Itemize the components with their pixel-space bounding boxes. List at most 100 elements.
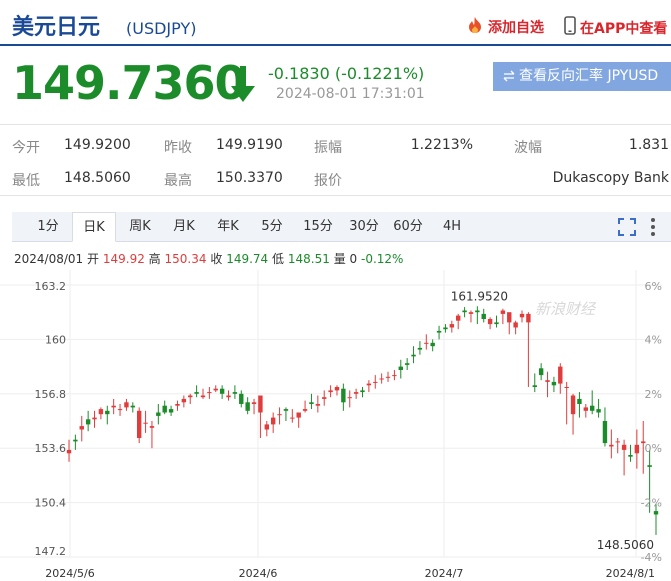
candle-body	[609, 444, 614, 447]
candle-body	[545, 380, 550, 382]
candle-body	[290, 417, 295, 419]
ohlc-close: 149.74	[226, 252, 269, 266]
candle-body	[302, 409, 308, 411]
prev-close-value: 149.9190	[216, 137, 283, 153]
candle-body	[188, 395, 193, 398]
pct-tick-label: 4%	[645, 333, 662, 346]
y-tick-label: 160	[45, 333, 66, 346]
app-link-label: 在APP中查看	[580, 21, 668, 37]
min-price-label: 148.5060	[597, 538, 654, 552]
candle-body	[398, 366, 403, 370]
app-link[interactable]: 在APP中查看	[564, 16, 667, 38]
tab-monthly[interactable]: 月K	[162, 212, 206, 242]
low-label: 最低	[12, 173, 40, 189]
candle-body	[251, 402, 257, 404]
y-tick-label: 163.2	[35, 280, 67, 293]
candle-body	[532, 385, 537, 387]
ohlc-high: 150.34	[164, 252, 207, 266]
candle-body	[647, 465, 652, 467]
tab-1min[interactable]: 1分	[26, 212, 70, 242]
candle-body	[456, 315, 461, 321]
candle-body	[424, 342, 429, 344]
candle-body	[449, 324, 455, 328]
candles-group	[66, 306, 659, 535]
candle-body	[494, 322, 499, 325]
tab-weekly[interactable]: 周K	[118, 212, 162, 242]
tab-4h[interactable]: 4H	[432, 212, 472, 242]
ohlc-low: 148.51	[287, 252, 330, 266]
source-label: 报价	[314, 173, 342, 189]
pct-tick-label: -4%	[641, 551, 662, 564]
candle-body	[379, 378, 384, 380]
candle-body	[92, 417, 97, 420]
tab-daily[interactable]: 日K	[72, 212, 116, 242]
candle-body	[385, 376, 391, 378]
candle-body	[417, 347, 423, 350]
open-value: 149.9200	[64, 137, 131, 153]
candle-body	[277, 414, 282, 416]
pair-name: 美元日元	[12, 15, 101, 40]
candle-body	[226, 395, 231, 398]
candle-body	[181, 398, 187, 403]
candle-body	[105, 410, 110, 415]
tab-5min[interactable]: 5分	[252, 212, 292, 242]
swap-icon	[503, 70, 515, 82]
candle-body	[538, 368, 544, 376]
candle-body	[156, 412, 161, 416]
current-price: 149.7360	[12, 56, 247, 110]
candle-body	[258, 395, 263, 413]
candle-body	[507, 312, 512, 323]
candle-body	[341, 388, 346, 403]
candle-body	[526, 313, 531, 323]
low-value: 148.5060	[64, 170, 131, 186]
flame-icon	[469, 17, 481, 33]
ohlc-vol: 0	[349, 252, 358, 266]
candle-body	[168, 409, 174, 413]
tab-30min[interactable]: 30分	[342, 212, 386, 242]
x-tick-label: 2024/6	[239, 567, 278, 580]
candle-body	[98, 409, 104, 415]
axis-labels: 163.2 160 156.8 153.6 150.4 147.2 6% 4% 2% 0% -2% -…	[35, 280, 663, 580]
tab-60min[interactable]: 60分	[386, 212, 430, 242]
ohlc-date: 2024/08/01	[14, 252, 84, 266]
pair-code: (USDJPY)	[126, 19, 197, 38]
candle-body	[111, 405, 116, 408]
candle-body	[373, 381, 378, 383]
candle-body	[309, 402, 314, 404]
y-tick-label: 156.8	[35, 388, 67, 401]
tab-15min[interactable]: 15分	[296, 212, 340, 242]
candle-body	[392, 375, 397, 377]
candle-body	[347, 397, 352, 399]
candle-body	[85, 419, 91, 425]
max-price-label: 161.9520	[451, 289, 508, 303]
candle-body	[500, 310, 506, 314]
candle-body	[462, 310, 467, 313]
fullscreen-icon[interactable]	[618, 218, 636, 236]
candle-body	[270, 417, 276, 425]
ohlc-pct: -0.12%	[361, 252, 404, 266]
candle-body	[73, 439, 78, 442]
candle-body	[628, 455, 633, 457]
candle-body	[219, 388, 225, 394]
candle-body	[487, 319, 493, 325]
ohlc-open-label: 开	[87, 252, 100, 266]
ohlc-vol-label: 量	[333, 252, 346, 266]
candle-body	[264, 424, 269, 430]
candle-body	[577, 398, 582, 404]
reverse-rate-button[interactable]: 查看反向汇率 JPYUSD	[493, 62, 671, 91]
candle-body	[589, 405, 595, 411]
candle-body	[475, 310, 480, 313]
range-label: 波幅	[514, 140, 542, 156]
candle-body	[117, 409, 123, 411]
tab-yearly[interactable]: 年K	[206, 212, 250, 242]
candle-body	[296, 412, 301, 418]
add-favorite-button[interactable]: 添加自选	[466, 16, 544, 37]
ohlc-open: 149.92	[102, 252, 145, 266]
y-tick-label: 147.2	[35, 545, 67, 558]
candle-body	[143, 422, 148, 424]
more-icon[interactable]	[650, 217, 656, 237]
candle-body	[315, 404, 321, 406]
price-change: -0.1830 (-0.1221%)	[268, 64, 425, 83]
pct-tick-label: 2%	[645, 388, 662, 401]
candle-body	[513, 322, 518, 328]
